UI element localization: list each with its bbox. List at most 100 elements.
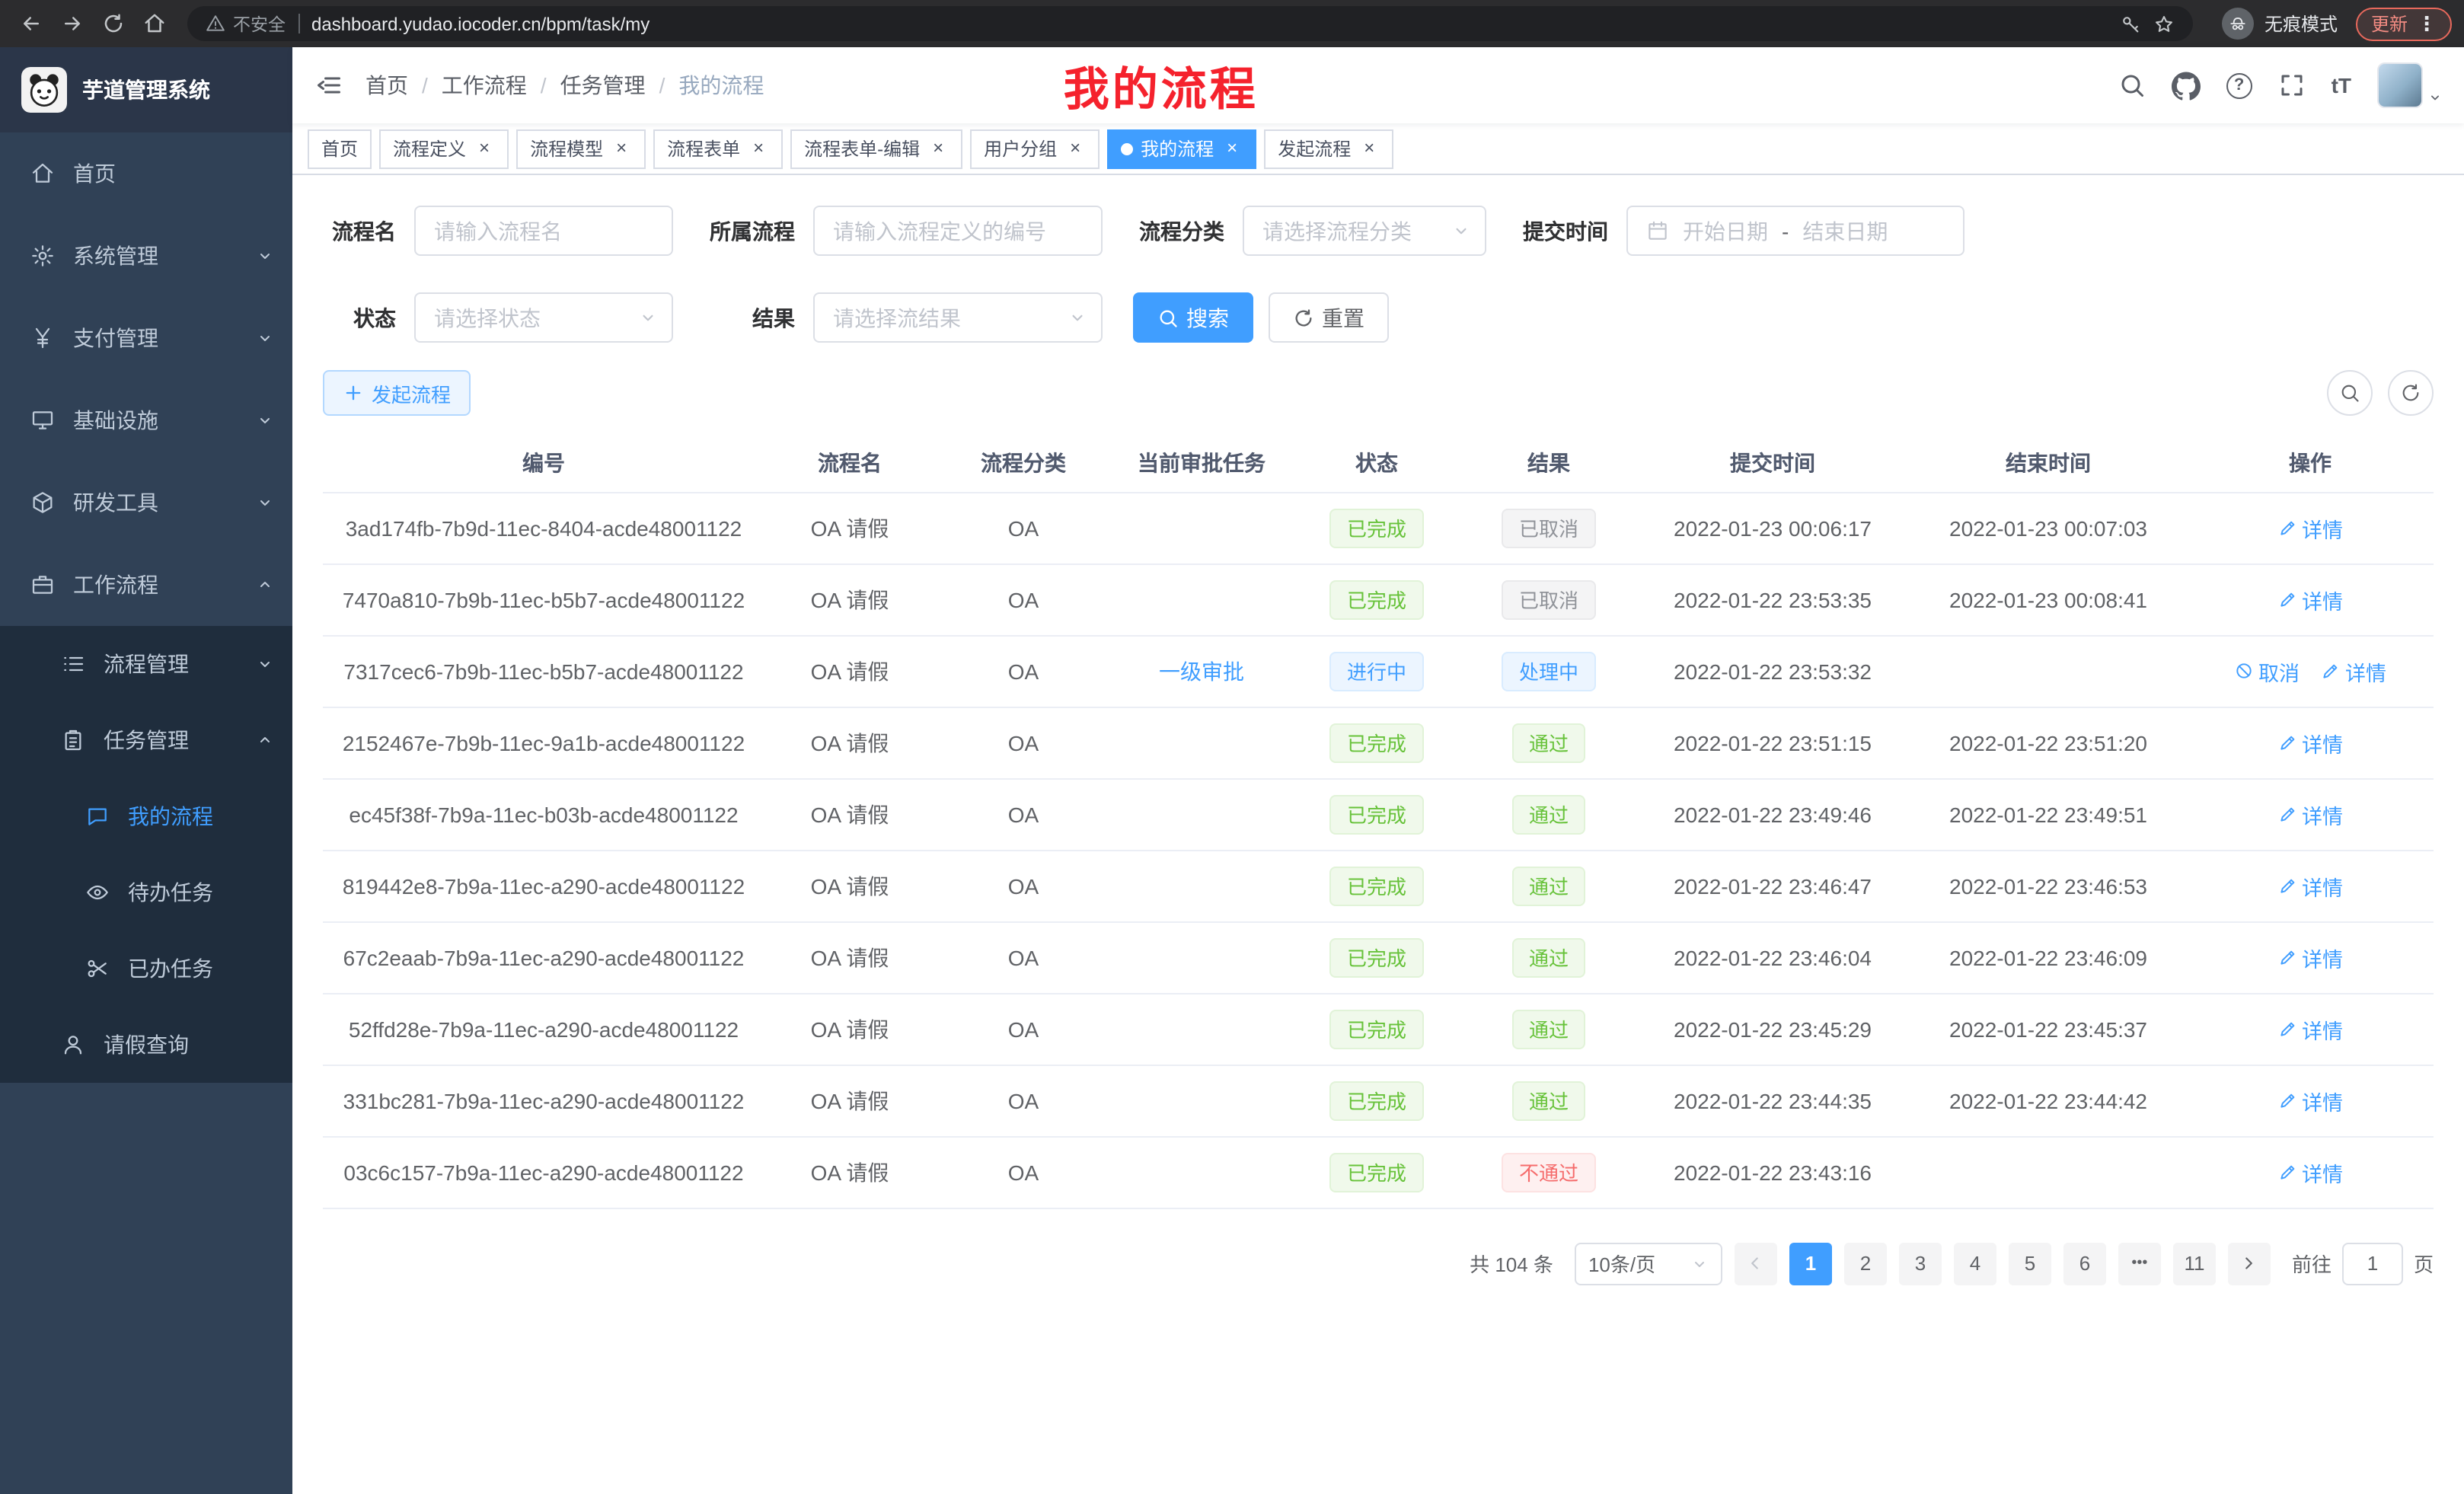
current-task-link[interactable]: 一级审批 — [1159, 659, 1244, 683]
next-page-button[interactable] — [2228, 1242, 2271, 1285]
action-link[interactable]: 详情 — [2277, 512, 2343, 543]
browser-reload-button[interactable] — [94, 5, 131, 42]
sidebar-subitem[interactable]: 我的流程 — [0, 778, 292, 854]
cell-id: 2152467e-7b9b-11ec-9a1b-acde48001122 — [323, 707, 764, 778]
close-icon[interactable]: × — [1358, 138, 1380, 159]
prev-page-button[interactable] — [1735, 1242, 1777, 1285]
search-button[interactable]: 搜索 — [1133, 292, 1253, 343]
process-name-input[interactable] — [414, 206, 673, 256]
result-select[interactable]: 请选择流结果 — [813, 292, 1103, 343]
close-icon[interactable]: × — [1064, 138, 1086, 159]
process-def-input[interactable] — [813, 206, 1103, 256]
cell-end-time — [1910, 635, 2187, 707]
action-link[interactable]: 详情 — [2277, 1085, 2343, 1116]
tab[interactable]: 流程模型 × — [516, 129, 646, 168]
status-select[interactable]: 请选择状态 — [414, 292, 673, 343]
page-button[interactable]: 4 — [1954, 1242, 1996, 1285]
breadcrumb-link[interactable]: 任务管理 — [560, 70, 646, 101]
page-button[interactable]: 1 — [1789, 1242, 1832, 1285]
close-icon[interactable]: × — [748, 138, 769, 159]
cell-result: 通过 — [1462, 850, 1636, 921]
page-button[interactable]: 3 — [1899, 1242, 1942, 1285]
action-link[interactable]: 详情 — [2277, 1014, 2343, 1044]
sidebar-subitem[interactable]: 流程管理 — [0, 626, 292, 702]
page-button[interactable]: 2 — [1844, 1242, 1887, 1285]
sidebar-toggle[interactable] — [292, 47, 365, 123]
tab[interactable]: 用户分组 × — [970, 129, 1100, 168]
action-link[interactable]: 详情 — [2277, 727, 2343, 758]
category-select[interactable]: 请选择流程分类 — [1243, 206, 1486, 256]
sidebar-item[interactable]: 基础设施 — [0, 379, 292, 461]
breadcrumb-link[interactable]: 我的流程 — [678, 70, 764, 101]
breadcrumb-link[interactable]: 首页 — [365, 70, 408, 101]
cell-id: ec45f38f-7b9a-11ec-b03b-acde48001122 — [323, 778, 764, 850]
tab[interactable]: 首页 × — [308, 129, 372, 168]
key-icon[interactable] — [2120, 13, 2141, 34]
font-size-icon[interactable]: tT — [2332, 73, 2351, 97]
tab[interactable]: 流程表单-编辑 × — [790, 129, 962, 168]
tab-label: 流程模型 — [530, 136, 603, 161]
close-icon[interactable]: × — [611, 138, 632, 159]
page-button[interactable]: 11 — [2173, 1242, 2216, 1285]
action-link[interactable]: 详情 — [2277, 584, 2343, 615]
action-link[interactable]: 详情 — [2277, 942, 2343, 972]
result-label: 结果 — [704, 302, 795, 333]
sidebar-item[interactable]: 研发工具 — [0, 461, 292, 544]
address-bar[interactable]: 不安全 dashboard.yudao.iocoder.cn/bpm/task/… — [187, 6, 2193, 41]
action-link[interactable]: 详情 — [2277, 1157, 2343, 1187]
action-link[interactable]: 取消 — [2234, 656, 2300, 686]
fullscreen-icon[interactable] — [2278, 72, 2306, 99]
tab[interactable]: 流程定义 × — [379, 129, 509, 168]
sidebar-subitem[interactable]: 任务管理 — [0, 702, 292, 778]
sidebar-item[interactable]: 系统管理 — [0, 215, 292, 297]
action-link[interactable]: 详情 — [2277, 799, 2343, 829]
sidebar-subitem[interactable]: 待办任务 — [0, 854, 292, 931]
app-logo[interactable]: 芋道管理系统 — [0, 47, 292, 132]
sidebar-subitem[interactable]: 已办任务 — [0, 931, 292, 1007]
browser-home-button[interactable] — [136, 5, 172, 42]
goto-page-input[interactable] — [2342, 1242, 2403, 1285]
page-button[interactable]: 6 — [2063, 1242, 2106, 1285]
cell-result: 通过 — [1462, 707, 1636, 778]
page-button[interactable]: ••• — [2118, 1242, 2161, 1285]
tab[interactable]: 我的流程 × — [1107, 129, 1256, 168]
cell-end-time — [1910, 1136, 2187, 1208]
close-icon[interactable]: × — [1221, 138, 1243, 159]
sidebar-item[interactable]: 首页 — [0, 132, 292, 215]
arrow-left-icon — [1746, 1253, 1766, 1273]
github-icon[interactable] — [2172, 71, 2201, 100]
cell-end-time: 2022-01-22 23:44:42 — [1910, 1065, 2187, 1136]
cell-actions: 详情 — [2187, 993, 2434, 1065]
security-indicator[interactable]: 不安全 — [206, 11, 286, 36]
breadcrumb-link[interactable]: 工作流程 — [442, 70, 527, 101]
sidebar-subitem[interactable]: 请假查询 — [0, 1007, 292, 1083]
browser-forward-button[interactable] — [53, 5, 90, 42]
toggle-search-button[interactable] — [2327, 370, 2373, 416]
sidebar-item[interactable]: 支付管理 — [0, 297, 292, 379]
browser-back-button[interactable] — [12, 5, 49, 42]
action-link[interactable]: 详情 — [2321, 656, 2386, 686]
sidebar-item-label: 工作流程 — [73, 570, 238, 600]
page-size-select[interactable]: 10条/页 — [1575, 1242, 1722, 1285]
user-menu[interactable] — [2377, 62, 2443, 108]
browser-update-button[interactable]: 更新 ⋮ — [2356, 7, 2452, 40]
action-link[interactable]: 详情 — [2277, 870, 2343, 901]
close-icon[interactable]: × — [927, 138, 949, 159]
reset-button[interactable]: 重置 — [1269, 292, 1389, 343]
search-icon[interactable] — [2118, 72, 2146, 99]
tab[interactable]: 发起流程 × — [1264, 129, 1393, 168]
breadcrumb-item: 首页 / — [365, 70, 442, 101]
page-button[interactable]: 5 — [2009, 1242, 2051, 1285]
tab[interactable]: 流程表单 × — [653, 129, 783, 168]
security-label: 不安全 — [233, 11, 286, 36]
bookmark-star-icon[interactable] — [2153, 13, 2175, 34]
date-range-picker[interactable]: 开始日期 - 结束日期 — [1626, 206, 1964, 256]
close-icon[interactable]: × — [474, 138, 495, 159]
refresh-table-button[interactable] — [2388, 370, 2434, 416]
create-process-button[interactable]: 发起流程 — [323, 370, 471, 416]
sidebar-item[interactable]: 工作流程 — [0, 544, 292, 626]
breadcrumb-item: 工作流程 / — [442, 70, 560, 101]
help-icon[interactable]: ? — [2226, 72, 2252, 98]
cell-result: 通过 — [1462, 1065, 1636, 1136]
annotation-title: 我的流程 — [1064, 52, 1259, 119]
